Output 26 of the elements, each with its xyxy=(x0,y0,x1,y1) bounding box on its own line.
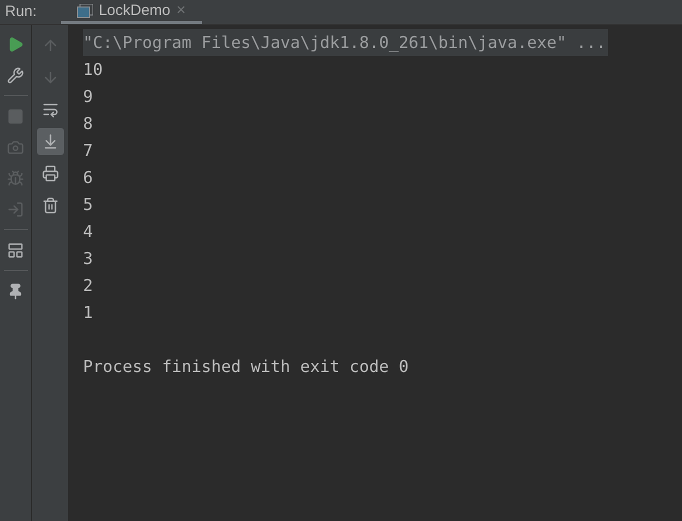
printer-icon xyxy=(42,165,58,182)
output-line: 4 xyxy=(83,222,93,241)
output-line: 7 xyxy=(83,141,93,160)
run-icon xyxy=(7,36,24,52)
output-line: 10 xyxy=(83,60,103,79)
layout-icon xyxy=(7,242,24,258)
output-line: 6 xyxy=(83,168,93,187)
camera-icon xyxy=(7,138,24,156)
output-line: 2 xyxy=(83,276,93,295)
output-line: 3 xyxy=(83,249,93,268)
output-line: 5 xyxy=(83,195,93,214)
output-line: 1 xyxy=(83,303,93,322)
pin-icon xyxy=(7,282,24,300)
tab-label: LockDemo xyxy=(98,3,170,18)
output-line: 8 xyxy=(83,114,93,133)
stop-icon xyxy=(7,108,24,124)
wrap-icon xyxy=(42,101,58,118)
bug-icon xyxy=(7,170,24,186)
run-label: Run: xyxy=(4,2,38,22)
console-icon xyxy=(76,4,93,18)
wrench-icon xyxy=(7,66,24,84)
exit-icon xyxy=(7,200,24,218)
output-line: 9 xyxy=(83,87,93,106)
exit-message: Process finished with exit code 0 xyxy=(83,357,409,376)
scroll-to-end-button[interactable] xyxy=(36,128,64,155)
trash-icon xyxy=(42,197,58,214)
